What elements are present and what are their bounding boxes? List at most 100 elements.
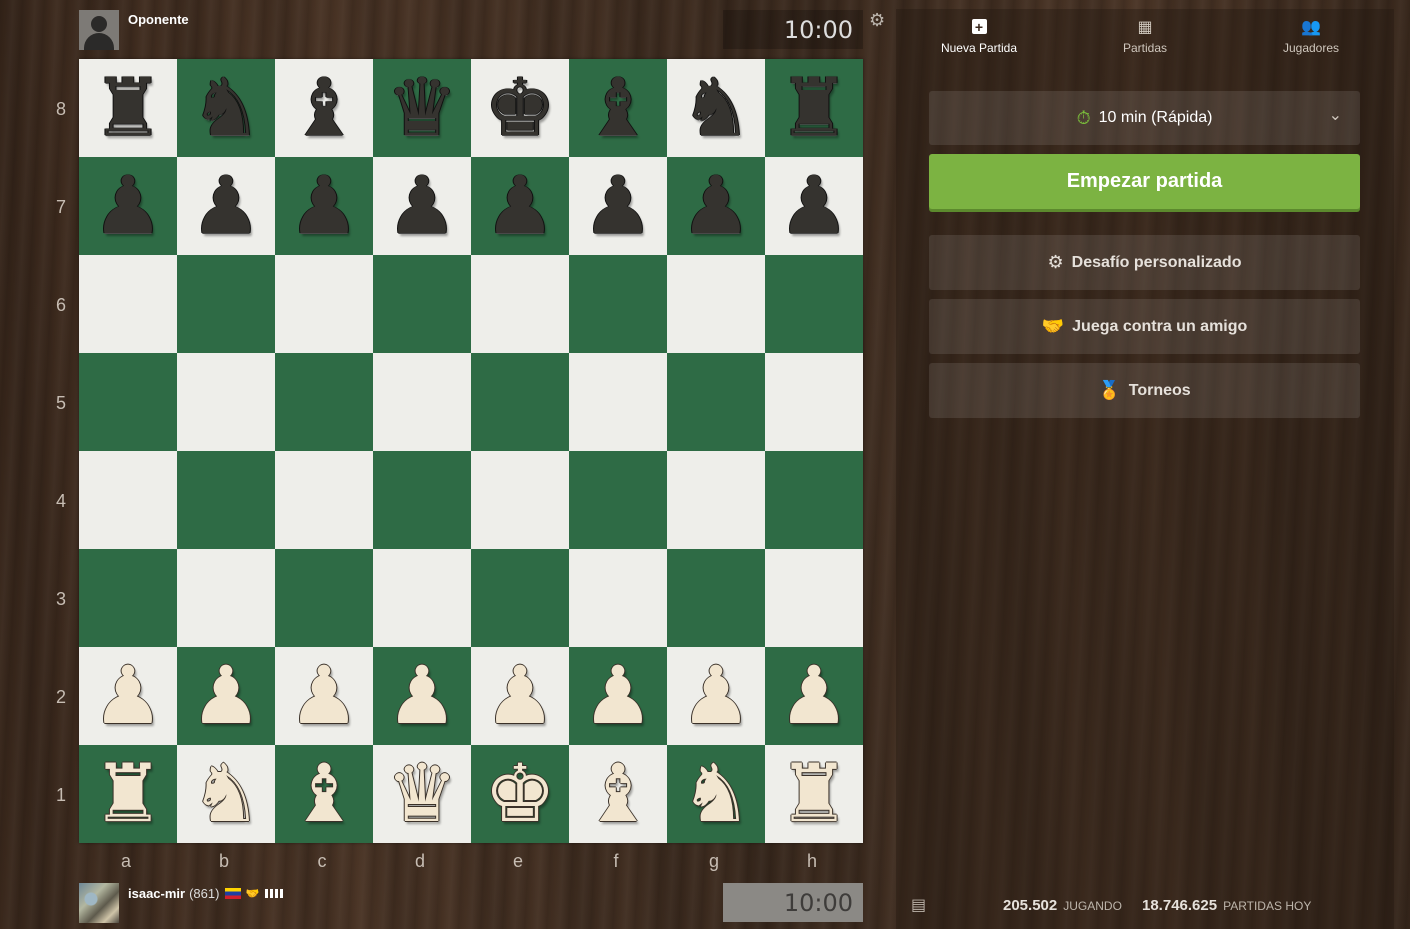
tab-players[interactable]: 👥 Jugadores [1228,9,1394,69]
square-h4[interactable] [765,451,863,549]
square-b8[interactable]: ♞ [177,59,275,157]
square-c1[interactable]: ♝ [275,745,373,843]
white-pawn-icon[interactable]: ♟ [778,656,850,736]
white-king-icon[interactable]: ♚ [484,754,556,834]
square-e4[interactable] [471,451,569,549]
square-f2[interactable]: ♟ [569,647,667,745]
square-a1[interactable]: ♜ [79,745,177,843]
square-d3[interactable] [373,549,471,647]
black-rook-icon[interactable]: ♜ [92,68,164,148]
white-queen-icon[interactable]: ♛ [386,754,458,834]
square-b3[interactable] [177,549,275,647]
square-a3[interactable] [79,549,177,647]
white-bishop-icon[interactable]: ♝ [288,754,360,834]
square-h3[interactable] [765,549,863,647]
square-a7[interactable]: ♟ [79,157,177,255]
black-pawn-icon[interactable]: ♟ [582,166,654,246]
black-knight-icon[interactable]: ♞ [680,68,752,148]
square-b2[interactable]: ♟ [177,647,275,745]
square-g4[interactable] [667,451,765,549]
white-knight-icon[interactable]: ♞ [680,754,752,834]
square-f1[interactable]: ♝ [569,745,667,843]
chess-board[interactable]: ♜ ♞ ♝ ♛ ♚ ♝ ♞ ♜ ♟ ♟ ♟ ♟ ♟ ♟ ♟ ♟ ♟ ♟ ♟ ♟ ♟ ♟ ♟ ♟ ♜ ♞ ♝ ♛ ♚ ♝ ♞ ♜ [79,59,863,843]
square-f6[interactable] [569,255,667,353]
white-pawn-icon[interactable]: ♟ [386,656,458,736]
square-b1[interactable]: ♞ [177,745,275,843]
square-c2[interactable]: ♟ [275,647,373,745]
black-bishop-icon[interactable]: ♝ [288,68,360,148]
white-pawn-icon[interactable]: ♟ [288,656,360,736]
settings-gear-icon[interactable]: ⚙ [869,10,885,31]
square-e5[interactable] [471,353,569,451]
square-d4[interactable] [373,451,471,549]
white-pawn-icon[interactable]: ♟ [484,656,556,736]
square-e6[interactable] [471,255,569,353]
black-pawn-icon[interactable]: ♟ [386,166,458,246]
player-name[interactable]: isaac-mir [128,886,185,901]
square-g7[interactable]: ♟ [667,157,765,255]
time-control-select[interactable]: ⏱ 10 min (Rápida) ⌄ [929,91,1360,145]
square-h2[interactable]: ♟ [765,647,863,745]
square-f5[interactable] [569,353,667,451]
square-c4[interactable] [275,451,373,549]
tab-games[interactable]: ▦ Partidas [1062,9,1228,69]
black-knight-icon[interactable]: ♞ [190,68,262,148]
black-pawn-icon[interactable]: ♟ [288,166,360,246]
white-rook-icon[interactable]: ♜ [778,754,850,834]
square-g8[interactable]: ♞ [667,59,765,157]
square-d1[interactable]: ♛ [373,745,471,843]
square-b4[interactable] [177,451,275,549]
square-c8[interactable]: ♝ [275,59,373,157]
square-c5[interactable] [275,353,373,451]
square-a5[interactable] [79,353,177,451]
black-pawn-icon[interactable]: ♟ [92,166,164,246]
square-f7[interactable]: ♟ [569,157,667,255]
play-friend-button[interactable]: 🤝 Juega contra un amigo [929,299,1360,354]
square-c3[interactable] [275,549,373,647]
white-knight-icon[interactable]: ♞ [190,754,262,834]
white-pawn-icon[interactable]: ♟ [190,656,262,736]
square-b6[interactable] [177,255,275,353]
tournaments-button[interactable]: 🏅 Torneos [929,363,1360,418]
square-h8[interactable]: ♜ [765,59,863,157]
black-king-icon[interactable]: ♚ [484,68,556,148]
black-pawn-icon[interactable]: ♟ [190,166,262,246]
square-h7[interactable]: ♟ [765,157,863,255]
tab-new-game[interactable]: + Nueva Partida [896,9,1062,69]
square-a4[interactable] [79,451,177,549]
white-bishop-icon[interactable]: ♝ [582,754,654,834]
square-e1[interactable]: ♚ [471,745,569,843]
square-a8[interactable]: ♜ [79,59,177,157]
start-game-button[interactable]: Empezar partida [929,154,1360,209]
black-pawn-icon[interactable]: ♟ [680,166,752,246]
square-b7[interactable]: ♟ [177,157,275,255]
opponent-name[interactable]: Oponente [128,12,189,27]
square-g5[interactable] [667,353,765,451]
square-d5[interactable] [373,353,471,451]
square-d6[interactable] [373,255,471,353]
chat-icon[interactable]: ▤ [911,895,926,915]
square-a6[interactable] [79,255,177,353]
white-rook-icon[interactable]: ♜ [92,754,164,834]
square-e3[interactable] [471,549,569,647]
white-pawn-icon[interactable]: ♟ [582,656,654,736]
black-pawn-icon[interactable]: ♟ [484,166,556,246]
square-g2[interactable]: ♟ [667,647,765,745]
square-g3[interactable] [667,549,765,647]
custom-challenge-button[interactable]: ⚙ Desafío personalizado [929,235,1360,290]
square-f8[interactable]: ♝ [569,59,667,157]
square-a2[interactable]: ♟ [79,647,177,745]
square-d2[interactable]: ♟ [373,647,471,745]
player-avatar[interactable] [79,883,119,923]
square-f4[interactable] [569,451,667,549]
square-g1[interactable]: ♞ [667,745,765,843]
square-h1[interactable]: ♜ [765,745,863,843]
square-b5[interactable] [177,353,275,451]
black-rook-icon[interactable]: ♜ [778,68,850,148]
white-pawn-icon[interactable]: ♟ [680,656,752,736]
square-f3[interactable] [569,549,667,647]
black-pawn-icon[interactable]: ♟ [778,166,850,246]
square-e7[interactable]: ♟ [471,157,569,255]
opponent-avatar[interactable] [79,10,119,50]
square-g6[interactable] [667,255,765,353]
